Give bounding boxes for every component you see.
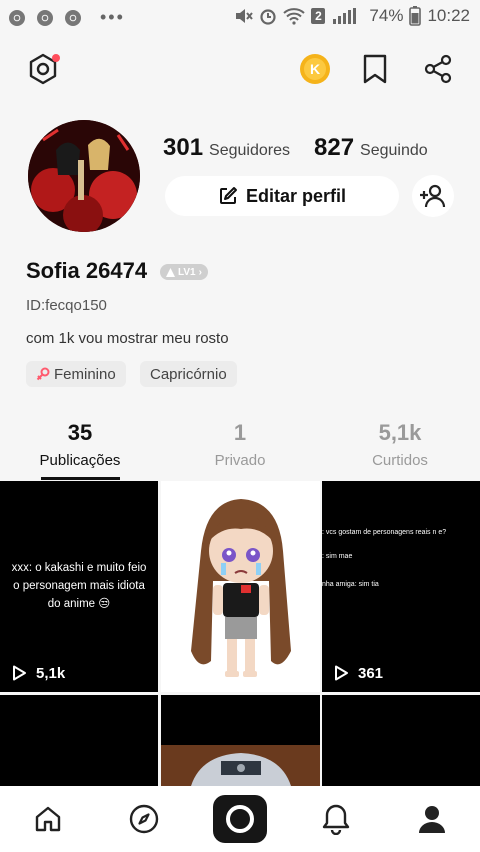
following-count[interactable]: 827	[314, 134, 354, 162]
zodiac-label: Capricórnio	[150, 365, 227, 383]
tab-likes[interactable]: 5,1k Curtidos	[320, 420, 480, 469]
share-icon	[424, 54, 452, 84]
followers-label[interactable]: Seguidores	[209, 142, 290, 160]
avatar-image	[28, 120, 140, 232]
post-tile[interactable]	[0, 695, 158, 786]
signal-icon	[333, 8, 357, 24]
post-chat-line: : sim mae	[322, 553, 353, 560]
more-notifications-icon: •••	[100, 7, 125, 27]
mute-icon	[236, 9, 254, 23]
wifi-icon	[283, 8, 306, 25]
tab-publications[interactable]: 35 Publicações	[0, 420, 160, 469]
bookmark-button[interactable]	[358, 52, 392, 86]
active-tab-indicator	[41, 477, 120, 480]
user-id: ID:fecqo150	[26, 297, 107, 314]
nav-profile[interactable]	[384, 786, 480, 852]
home-icon	[35, 806, 61, 832]
compass-icon	[129, 804, 159, 834]
post-chat-line: : vcs gostam de personagens reais n e?	[322, 529, 447, 536]
gender-tag: Feminino	[26, 361, 126, 387]
post-caption: xxx: o kakashi e muito feio o personagem…	[11, 562, 147, 610]
nav-create[interactable]	[192, 786, 288, 852]
coin-button[interactable]: K	[298, 52, 332, 86]
play-count: 361	[332, 664, 383, 682]
publications-label: Publicações	[39, 452, 121, 469]
clock: 10:22	[427, 6, 470, 25]
post-tile[interactable]	[161, 481, 320, 692]
level-triangle-icon	[166, 267, 175, 277]
add-user-icon	[420, 184, 446, 208]
edit-icon	[219, 187, 237, 204]
play-count-value: 361	[358, 664, 384, 682]
chrome-icon	[37, 9, 53, 26]
battery-icon	[409, 6, 422, 26]
follow-counts: 301 Seguidores 827 Seguindo	[163, 134, 446, 162]
zodiac-tag: Capricórnio	[140, 361, 237, 387]
bottom-navigation	[0, 786, 480, 852]
coin-icon: K	[300, 54, 330, 84]
post-tile[interactable]	[322, 695, 480, 786]
chrome-icon	[65, 9, 81, 26]
following-label[interactable]: Seguindo	[360, 142, 428, 160]
status-right: 2 74% 10:22	[233, 6, 470, 26]
private-count: 1	[233, 420, 247, 445]
post-tile[interactable]	[161, 695, 320, 786]
likes-count: 5,1k	[378, 420, 422, 445]
record-icon	[213, 795, 267, 843]
post-tile[interactable]: xxx: o kakashi e muito feio o personagem…	[0, 481, 158, 692]
followers-count[interactable]: 301	[163, 134, 203, 162]
play-icon	[335, 665, 348, 681]
nav-discover[interactable]	[96, 786, 192, 852]
gender-label: Feminino	[54, 365, 116, 383]
alarm-icon	[260, 9, 277, 25]
play-icon	[13, 665, 26, 681]
post-chat-line: nha amiga: sim tia	[322, 581, 379, 588]
nav-notifications[interactable]	[288, 786, 384, 852]
chevron-right-icon: ›	[198, 266, 202, 278]
play-count-value: 5,1k	[36, 664, 66, 682]
profile-icon	[419, 806, 445, 833]
edit-profile-button[interactable]: Editar perfil	[165, 176, 399, 216]
edit-profile-label: Editar perfil	[245, 185, 347, 206]
top-bar: K	[0, 44, 480, 96]
play-count: 5,1k	[10, 664, 65, 682]
add-friend-button[interactable]	[412, 175, 454, 217]
bell-icon	[322, 804, 350, 835]
profile-tabs: 35 Publicações 1 Privado 5,1k Curtidos	[0, 420, 480, 480]
avatar[interactable]	[28, 120, 140, 232]
post-thumbnail-image	[161, 481, 320, 692]
bookmark-icon	[363, 54, 387, 84]
level-badge[interactable]: LV1 ›	[160, 264, 208, 280]
chrome-icon	[9, 9, 25, 26]
publications-count: 35	[67, 420, 93, 445]
private-label: Privado	[214, 452, 266, 469]
battery-percent: 74%	[369, 6, 404, 25]
level-label: LV1	[178, 266, 196, 278]
likes-label: Curtidos	[372, 452, 428, 469]
settings-hexagon-icon	[29, 53, 60, 85]
bio: com 1k vou mostrar meu rosto	[26, 330, 229, 347]
post-tile[interactable]: : vcs gostam de personagens reais n e? :…	[322, 481, 480, 692]
svg-text:K: K	[310, 61, 320, 77]
post-thumbnail-image	[161, 695, 320, 786]
post-grid: xxx: o kakashi e muito feio o personagem…	[0, 481, 480, 786]
nav-home[interactable]	[0, 786, 96, 852]
status-left: •••	[8, 7, 125, 28]
tab-private[interactable]: 1 Privado	[160, 420, 320, 469]
female-icon	[36, 367, 50, 381]
sim-badge: 2	[311, 8, 326, 24]
username: Sofia 26474	[26, 258, 148, 283]
settings-button[interactable]	[24, 50, 62, 88]
status-bar: ••• 2 74% 10:22	[0, 0, 480, 34]
share-button[interactable]	[421, 52, 455, 86]
